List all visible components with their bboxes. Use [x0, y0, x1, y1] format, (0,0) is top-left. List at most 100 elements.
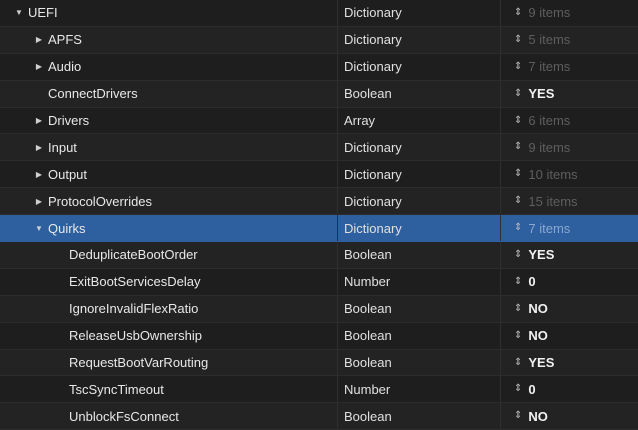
stepper-icon[interactable]: ⇕: [514, 196, 522, 206]
type-cell[interactable]: Number: [339, 376, 501, 403]
key-label: Input: [48, 139, 77, 155]
type-cell[interactable]: Dictionary: [339, 161, 501, 188]
value-label: 0: [528, 274, 536, 290]
stepper-icon[interactable]: ⇕: [514, 384, 522, 394]
type-label: Dictionary: [344, 193, 402, 209]
value-cell[interactable]: ⇕ NO: [502, 403, 638, 429]
type-cell[interactable]: Boolean: [339, 403, 501, 430]
value-label: NO: [528, 408, 548, 424]
value-cell[interactable]: ⇕ 9 items: [502, 0, 638, 26]
value-label: 7 items: [528, 59, 571, 75]
disclosure-triangle-collapsed-icon[interactable]: ▶: [34, 197, 44, 206]
row-output[interactable]: ▶ Output Dictionary ⇕ 10 items: [0, 161, 638, 189]
type-cell[interactable]: Boolean: [339, 242, 501, 268]
key-label: DeduplicateBootOrder: [69, 247, 198, 263]
type-cell[interactable]: Dictionary: [339, 0, 501, 26]
type-label: Boolean: [344, 355, 392, 371]
type-cell[interactable]: Boolean: [339, 349, 501, 376]
stepper-icon[interactable]: ⇕: [514, 115, 522, 126]
disclosure-triangle-expanded-icon[interactable]: ▼: [34, 224, 44, 233]
value-cell[interactable]: ⇕ 5 items: [502, 27, 638, 53]
type-label: Boolean: [344, 328, 392, 344]
type-label: Number: [344, 274, 391, 290]
type-cell[interactable]: Boolean: [339, 295, 501, 322]
value-cell[interactable]: ⇕ 9 items: [502, 134, 638, 160]
type-cell[interactable]: Array: [339, 107, 501, 134]
disclosure-triangle-collapsed-icon[interactable]: ▶: [34, 116, 44, 125]
row-apfs[interactable]: ▶ APFS Dictionary ⇕ 5 items: [0, 26, 638, 54]
value-label: YES: [528, 86, 555, 102]
key-cell: ▶ Drivers: [0, 107, 338, 134]
row-protocoloverrides[interactable]: ▶ ProtocolOverrides Dictionary ⇕ 15 item…: [0, 188, 638, 216]
row-requestbootvarrouting[interactable]: RequestBootVarRouting Boolean ⇕ YES: [0, 349, 638, 377]
value-cell[interactable]: ⇕ YES: [502, 350, 638, 376]
stepper-icon[interactable]: ⇕: [514, 88, 522, 99]
value-label: 9 items: [528, 5, 571, 21]
type-label: Dictionary: [344, 59, 402, 75]
row-input[interactable]: ▶ Input Dictionary ⇕ 9 items: [0, 134, 638, 162]
type-cell[interactable]: Boolean: [339, 80, 501, 107]
row-quirks-selected[interactable]: ▼ Quirks Dictionary ⇕ 7 items: [0, 215, 638, 243]
value-cell[interactable]: ⇕ 7 items: [502, 215, 638, 241]
row-ignoreinvalidflexratio[interactable]: IgnoreInvalidFlexRatio Boolean ⇕ NO: [0, 295, 638, 323]
type-cell[interactable]: Dictionary: [339, 53, 501, 80]
disclosure-triangle-collapsed-icon[interactable]: ▶: [34, 143, 44, 152]
value-label: YES: [528, 247, 555, 263]
type-cell[interactable]: Dictionary: [339, 188, 501, 215]
key-label: UEFI: [28, 5, 58, 21]
type-cell[interactable]: Dictionary: [339, 134, 501, 161]
stepper-icon[interactable]: ⇕: [514, 142, 522, 152]
stepper-icon[interactable]: ⇕: [514, 357, 522, 368]
key-label: ExitBootServicesDelay: [69, 274, 201, 290]
value-cell[interactable]: ⇕ NO: [502, 296, 638, 322]
value-cell[interactable]: ⇕ YES: [502, 81, 638, 107]
type-label: Boolean: [344, 301, 392, 317]
value-cell[interactable]: ⇕ 15 items: [502, 188, 638, 214]
key-cell: ▶ APFS: [0, 26, 338, 53]
type-cell[interactable]: Dictionary: [339, 215, 501, 242]
value-cell[interactable]: ⇕ 0: [502, 269, 638, 295]
value-cell[interactable]: ⇕ NO: [502, 323, 638, 349]
disclosure-triangle-collapsed-icon[interactable]: ▶: [34, 170, 44, 179]
value-cell[interactable]: ⇕ 7 items: [502, 54, 638, 80]
value-cell[interactable]: ⇕ YES: [502, 242, 638, 268]
key-label: Drivers: [48, 113, 90, 128]
row-releaseusbownership[interactable]: ReleaseUsbOwnership Boolean ⇕ NO: [0, 322, 638, 350]
disclosure-triangle-collapsed-icon[interactable]: ▶: [34, 35, 44, 44]
row-drivers[interactable]: ▶ Drivers Array ⇕ 6 items: [0, 107, 638, 135]
type-cell[interactable]: Number: [339, 268, 501, 295]
row-audio[interactable]: ▶ Audio Dictionary ⇕ 7 items: [0, 53, 638, 81]
value-label: 5 items: [528, 32, 571, 48]
value-cell[interactable]: ⇕ 10 items: [502, 161, 638, 187]
key-cell: UnblockFsConnect: [0, 403, 338, 430]
stepper-icon[interactable]: ⇕: [514, 223, 522, 233]
value-label: 9 items: [528, 139, 571, 155]
type-cell[interactable]: Dictionary: [339, 26, 501, 53]
value-cell[interactable]: ⇕ 0: [502, 376, 638, 402]
row-connectdrivers[interactable]: ConnectDrivers Boolean ⇕ YES: [0, 80, 638, 108]
stepper-icon[interactable]: ⇕: [514, 61, 522, 72]
value-cell[interactable]: ⇕ 6 items: [502, 108, 638, 134]
key-label: APFS: [48, 32, 82, 48]
stepper-icon[interactable]: ⇕: [514, 7, 522, 18]
type-label: Dictionary: [344, 32, 402, 48]
stepper-icon[interactable]: ⇕: [514, 330, 522, 341]
row-deduplicatebootorder[interactable]: DeduplicateBootOrder Boolean ⇕ YES: [0, 242, 638, 269]
row-exitbootservicesdelay[interactable]: ExitBootServicesDelay Number ⇕ 0: [0, 268, 638, 296]
type-cell[interactable]: Boolean: [339, 322, 501, 349]
disclosure-triangle-collapsed-icon[interactable]: ▶: [34, 62, 44, 71]
stepper-icon[interactable]: ⇕: [514, 303, 522, 314]
row-unblockfsconnect[interactable]: UnblockFsConnect Boolean ⇕ NO: [0, 403, 638, 430]
key-cell: ▶ ProtocolOverrides: [0, 188, 338, 215]
stepper-icon[interactable]: ⇕: [514, 276, 522, 287]
stepper-icon[interactable]: ⇕: [514, 249, 522, 260]
stepper-icon[interactable]: ⇕: [514, 34, 522, 45]
value-label: NO: [528, 328, 548, 344]
row-uefi[interactable]: ▼ UEFI Dictionary ⇕ 9 items: [0, 0, 638, 27]
row-tscsynctimeout[interactable]: TscSyncTimeout Number ⇕ 0: [0, 376, 638, 404]
key-label: Quirks: [48, 220, 86, 236]
stepper-icon[interactable]: ⇕: [514, 411, 522, 421]
value-label: NO: [528, 301, 548, 317]
disclosure-triangle-expanded-icon[interactable]: ▼: [14, 8, 24, 17]
stepper-icon[interactable]: ⇕: [514, 169, 522, 179]
